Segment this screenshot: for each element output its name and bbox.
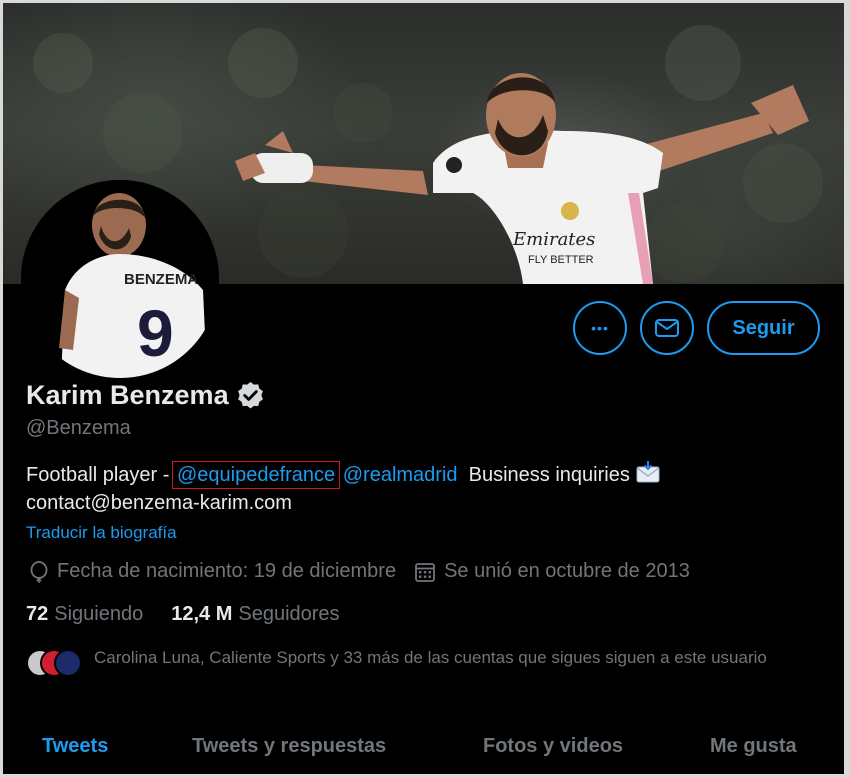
shirt-sponsor-subtext: FLY BETTER xyxy=(528,254,594,266)
joined-text: Se unió en octubre de 2013 xyxy=(444,560,690,582)
bio-email: contact@benzema-karim.com xyxy=(26,492,292,514)
tab-likes[interactable]: Me gusta xyxy=(710,735,797,758)
mention-realmadrid[interactable]: @realmadrid xyxy=(343,464,458,486)
known-followers-avatars xyxy=(26,647,82,677)
bio-prefix: Football player - xyxy=(26,464,175,486)
following-count: 72 xyxy=(26,603,49,625)
follow-button[interactable]: Seguir xyxy=(707,301,820,355)
more-button[interactable]: ••• xyxy=(573,301,627,355)
balloon-icon xyxy=(30,560,48,583)
tab-tweets[interactable]: Tweets xyxy=(42,735,108,758)
profile-avatar[interactable]: BENZEMA 9 xyxy=(21,180,219,378)
incoming-envelope-emoji xyxy=(636,461,660,483)
calendar-icon xyxy=(415,562,435,582)
followers-link[interactable]: 12,4 M Seguidores xyxy=(171,603,339,626)
profile-bio: Football player - @equipedefrance @realm… xyxy=(26,460,746,517)
joined-item: Se unió en octubre de 2013 xyxy=(414,560,690,583)
avatar xyxy=(54,649,82,677)
shirt-sponsor-text: Emirates xyxy=(512,229,595,250)
verified-badge-icon xyxy=(237,381,263,409)
following-label: Siguiendo xyxy=(54,603,144,625)
bio-business-text: Business inquiries xyxy=(457,464,636,486)
message-button[interactable] xyxy=(640,301,694,355)
jersey-name: BENZEMA xyxy=(124,271,198,288)
jersey-number: 9 xyxy=(137,296,174,370)
following-link[interactable]: 72 Siguiendo xyxy=(26,603,143,626)
followers-label: Seguidores xyxy=(238,603,340,625)
profile-name: Karim Benzema xyxy=(26,380,229,410)
tab-tweets-replies[interactable]: Tweets y respuestas xyxy=(192,735,386,758)
follow-stats: 72 Siguiendo 12,4 M Seguidores xyxy=(26,603,368,626)
profile-meta: Fecha de nacimiento: 19 de diciembre Se … xyxy=(29,560,708,583)
profile-frame: Emirates FLY BETTER BENZEMA 9 ••• Seguir… xyxy=(3,3,844,774)
birthdate-item: Fecha de nacimiento: 19 de diciembre xyxy=(29,560,396,583)
more-icon: ••• xyxy=(591,320,609,336)
known-followers-text: Carolina Luna, Caliente Sports y 33 más … xyxy=(94,648,767,667)
tab-media[interactable]: Fotos y videos xyxy=(483,735,623,758)
translate-bio-link[interactable]: Traducir la biografía xyxy=(26,523,177,543)
profile-handle: @Benzema xyxy=(26,417,131,439)
birthdate-text: Fecha de nacimiento: 19 de diciembre xyxy=(57,560,397,582)
profile-name-row: Karim Benzema xyxy=(26,380,266,411)
followers-count: 12,4 M xyxy=(171,603,233,625)
mention-equipedefrance[interactable]: @equipedefrance xyxy=(171,461,341,489)
profile-tabs: Tweets Tweets y respuestas Fotos y video… xyxy=(3,727,844,767)
envelope-icon xyxy=(655,319,679,337)
known-followers[interactable]: Carolina Luna, Caliente Sports y 33 más … xyxy=(26,647,806,677)
avatar-photo: BENZEMA 9 xyxy=(21,180,219,378)
